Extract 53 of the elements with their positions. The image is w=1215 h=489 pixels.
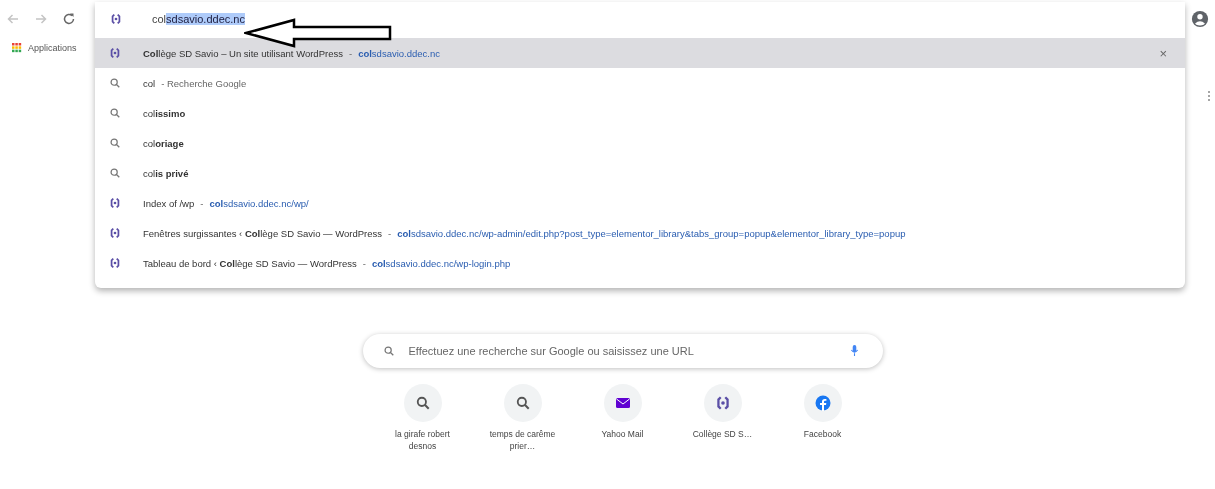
reload-icon[interactable] [62,12,76,26]
shortcut-tile[interactable]: Collège SD S… [679,384,766,452]
search-icon [109,167,121,179]
suggestion-item[interactable]: Index of /wp - colsdsavio.ddec.nc/wp/ [95,188,1185,218]
suggestion-item[interactable]: Collège SD Savio – Un site utilisant WordPress - colsdsavio.ddec.nc × [95,38,1185,68]
suggestion-url: colsdsavio.ddec.nc [358,47,440,59]
suggestion-title: coloriage [143,137,184,149]
separator: - [388,227,392,239]
suggestion-title: Index of /wp [143,197,195,209]
suggestion-item[interactable]: Tableau de bord ‹ Collège SD Savio — WordPress - colsdsavio.ddec.nc/wp-login.php [95,248,1185,278]
separator: - [348,47,353,59]
remove-button[interactable]: × [1157,45,1169,61]
suggestion-item[interactable]: colis privé [95,158,1185,188]
suggestion-item[interactable]: Fenêtres surgissantes ‹ Collège SD Savio — WordPress - colsdsavio.ddec.nc/wp-admin/edit.php?post_type=elementor_library&tabs_group=popup&elementor_library_type=popup [95,218,1185,248]
site-icon [110,13,122,25]
profile-icon[interactable] [1191,10,1209,28]
site-icon [109,47,121,59]
suggestion-title: Tableau de bord ‹ Collège SD Savio — WordPress [143,257,357,269]
bookmark-item[interactable]: Applications [12,43,77,53]
more-icon[interactable] [1207,90,1211,102]
suggestion-title: Fenêtres surgissantes ‹ Collège SD Savio — WordPress [143,227,382,239]
suggestion-title: colis privé [143,167,189,179]
suggestion-title: col [143,77,156,89]
search-icon [414,395,431,411]
separator: - [362,257,366,269]
suggestion-hint: - Recherche Google [161,77,247,89]
search-icon [109,77,121,89]
apps-grid-icon [12,43,22,53]
shortcut-tile[interactable]: la girafe robert desnos [379,384,466,452]
shortcut-tile[interactable]: temps de carême prier… [479,384,566,452]
shortcut-tile[interactable]: Facebook [779,384,866,452]
site-icon [714,395,731,411]
suggestion-item[interactable]: coloriage [95,128,1185,158]
suggestion-url: colsdsavio.ddec.nc/wp-admin/edit.php?post_type=elementor_library&tabs_group=popup&elementor_library_type=popup [397,227,906,239]
search-field[interactable]: Effectuez une recherche sur Google ou saisissez une URL [362,334,883,368]
suggestion-url: colsdsavio.ddec.nc/wp-login.php [371,257,511,269]
suggestion-title: Collège SD Savio – Un site utilisant WordPress [143,47,343,59]
suggestion-item[interactable]: col - Recherche Google [95,68,1185,98]
site-icon [109,257,121,269]
microphone-icon[interactable] [849,344,859,357]
site-icon [109,227,121,239]
facebook-icon [814,395,831,411]
suggestion-item[interactable]: colissimo [95,98,1185,128]
search-icon [382,345,395,357]
suggestion-title: colissimo [143,107,186,119]
envelope-icon [614,395,631,411]
search-icon [514,395,531,411]
suggestion-url: colsdsavio.ddec.nc/wp/ [209,197,309,209]
shortcut-tile[interactable]: Yahoo Mail [579,384,666,452]
search-icon [109,137,121,149]
site-icon [109,197,121,209]
search-icon [109,107,121,119]
separator: - [200,197,204,209]
